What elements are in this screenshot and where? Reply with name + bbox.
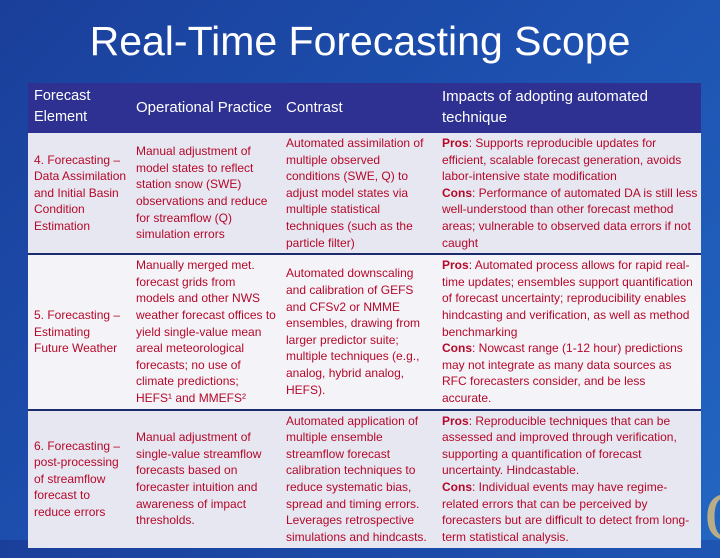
cons-label: Cons (442, 341, 472, 356)
cell-operational-practice: Manual adjustment of model states to ref… (136, 144, 268, 242)
cons-body: : Nowcast range (1-12 hour) predictions … (442, 341, 683, 405)
cell-forecast-element: 5. Forecasting – Estimating Future Weath… (28, 253, 130, 410)
header-contrast: Contrast (286, 98, 343, 116)
pros-body: : Automated process allows for rapid rea… (442, 258, 693, 339)
header-forecast-element: Forecast Element (34, 88, 91, 125)
cons-text: Cons: Nowcast range (1-12 hour) predicti… (442, 340, 698, 406)
cell-contrast: Automated application of multiple ensemb… (280, 408, 436, 548)
table-header-row: Forecast Element Operational Practice Co… (28, 83, 701, 133)
table-row: 4. Forecasting – Data Assimilation and I… (28, 133, 701, 255)
pros-label: Pros (442, 258, 469, 273)
cons-text: Cons: Individual events may have regime-… (442, 479, 698, 545)
cons-label: Cons (442, 480, 472, 494)
cell-operational-practice: Manual adjustment of single-value stream… (130, 408, 280, 548)
cell-contrast: Automated assimilation of multiple obser… (286, 136, 424, 250)
cell-contrast: Automated downscaling and calibration of… (280, 253, 436, 410)
pros-body: : Supports reproducible updates for effi… (442, 136, 682, 184)
pros-body: : Reproducible techniques that can be as… (442, 413, 677, 478)
slide-title: Real-Time Forecasting Scope (89, 18, 631, 64)
header-operational-practice: Operational Practice (136, 98, 272, 116)
pros-text: Pros: Supports reproducible updates for … (442, 135, 698, 185)
cons-text: Cons: Performance of automated DA is sti… (442, 185, 698, 251)
cell-impacts: Pros: Reproducible techniques that can b… (436, 408, 701, 548)
cons-body: : Performance of automated DA is still l… (442, 185, 698, 250)
pros-text: Pros: Reproducible techniques that can b… (442, 413, 698, 479)
pros-label: Pros (442, 413, 469, 428)
pros-label: Pros (442, 136, 469, 150)
table-row: 6. Forecasting – post-processing of stre… (28, 408, 701, 548)
cell-forecast-element: 6. Forecasting – post-processing of stre… (28, 408, 130, 548)
cell-impacts: Pros: Automated process allows for rapid… (436, 253, 701, 410)
cell-forecast-element: 4. Forecasting – Data Assimilation and I… (34, 152, 127, 233)
table-row: 5. Forecasting – Estimating Future Weath… (28, 253, 701, 410)
cons-body: : Individual events may have regime-rela… (442, 480, 690, 544)
cell-impacts: Pros: Supports reproducible updates for … (436, 133, 701, 254)
forecasting-scope-table: Forecast Element Operational Practice Co… (28, 83, 701, 548)
cons-label: Cons (442, 185, 472, 200)
pros-text: Pros: Automated process allows for rapid… (442, 257, 698, 340)
cell-operational-practice: Manually merged met. forecast grids from… (130, 253, 280, 410)
header-impacts: Impacts of adopting automated technique (442, 88, 648, 126)
